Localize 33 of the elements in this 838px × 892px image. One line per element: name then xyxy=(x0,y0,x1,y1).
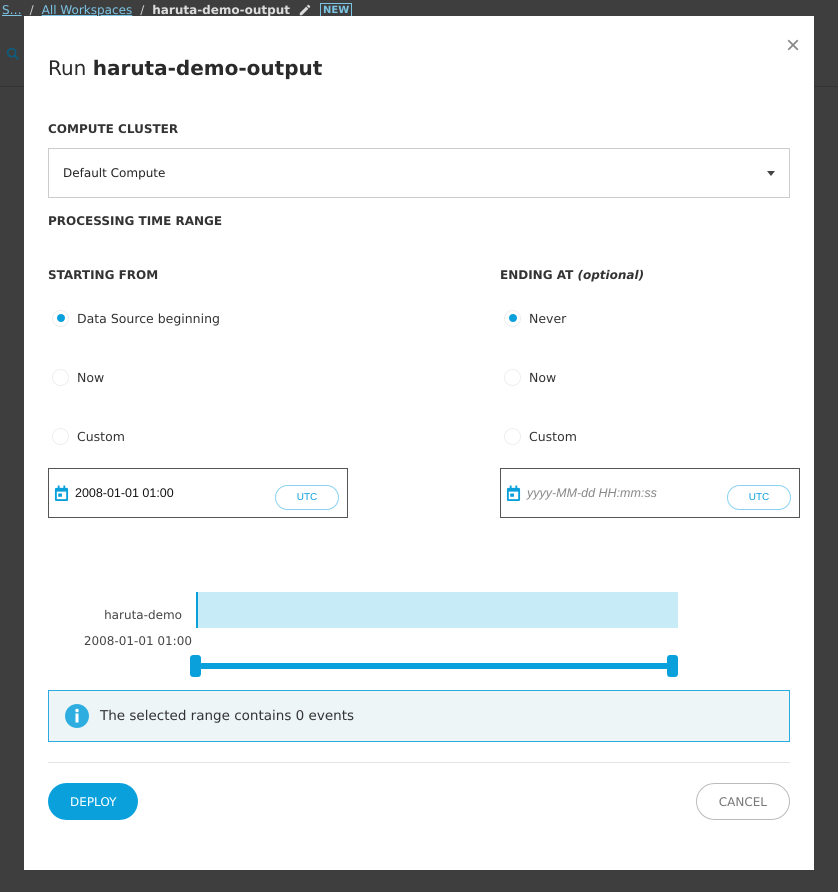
search-icon[interactable] xyxy=(5,46,21,62)
section-label: COMPUTE CLUSTER xyxy=(48,122,180,136)
date-field[interactable]: yyyy-MM-dd HH:mm:ss UTC xyxy=(500,468,800,518)
close-button[interactable]: × xyxy=(784,34,802,58)
source-label: haruta-demo xyxy=(104,608,182,622)
radio-option[interactable]: Never xyxy=(504,306,800,330)
radio-option[interactable]: Data Source beginning xyxy=(52,306,500,330)
calendar-icon xyxy=(506,484,521,502)
calendar-icon xyxy=(54,484,69,502)
dialog-title: Run haruta-demo-output xyxy=(48,56,324,80)
breadcrumb-link[interactable]: All Workspaces xyxy=(42,3,132,17)
range-slider[interactable] xyxy=(190,654,678,678)
date-field[interactable]: 2008-01-01 01:00 UTC xyxy=(48,468,348,518)
info-icon xyxy=(65,704,89,728)
cluster-select[interactable]: Default Compute xyxy=(48,148,790,198)
breadcrumb-link[interactable]: S… xyxy=(2,3,22,17)
radio-option[interactable]: Custom xyxy=(52,424,500,448)
caret-icon xyxy=(767,170,775,176)
pencil-icon[interactable] xyxy=(298,3,312,17)
timeline-start-label: 2008-01-01 01:00 xyxy=(84,634,192,648)
radio-option[interactable]: Custom xyxy=(504,424,800,448)
date-placeholder: yyyy-MM-dd HH:mm:ss xyxy=(527,486,658,500)
column-label: ENDING AT (optional) xyxy=(500,268,646,282)
breadcrumb-separator: / xyxy=(30,3,34,17)
breadcrumb-current: haruta-demo-output xyxy=(152,3,290,17)
date-value: 2008-01-01 01:00 xyxy=(75,486,175,500)
section-label: PROCESSING TIME RANGE xyxy=(48,214,224,228)
cancel-button[interactable]: CANCEL xyxy=(696,783,790,820)
breadcrumb-separator: / xyxy=(140,3,144,17)
radio-option[interactable]: Now xyxy=(504,365,800,389)
info-text: The selected range contains 0 events xyxy=(100,708,354,724)
column-label: STARTING FROM xyxy=(48,268,160,282)
radio-option[interactable]: Now xyxy=(52,365,500,389)
